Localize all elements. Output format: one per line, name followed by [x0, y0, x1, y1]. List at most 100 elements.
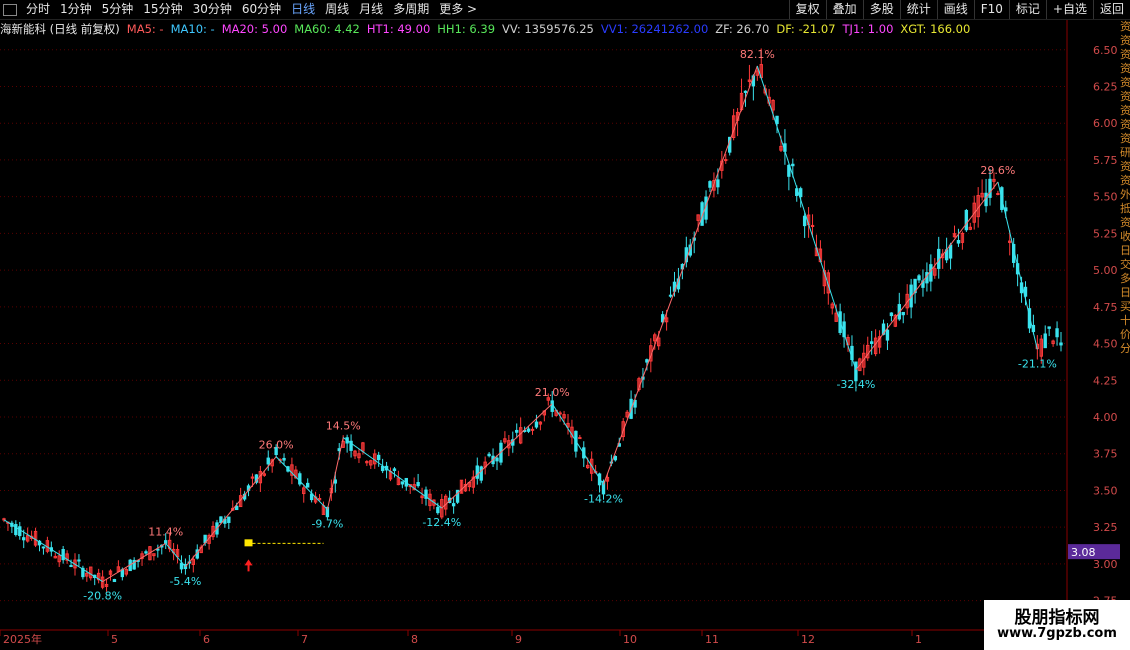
candle-body [416, 482, 420, 487]
side-label: 资 [1120, 174, 1130, 187]
zigzag-label: -5.4% [169, 575, 201, 588]
candle-body [550, 400, 554, 412]
candle-body [775, 115, 779, 125]
zigzag-segment [185, 456, 277, 568]
zigzag-label: 26.0% [259, 439, 294, 452]
candle-body [515, 429, 519, 433]
candle-body [558, 412, 562, 415]
candle-body [77, 559, 81, 562]
candle-body [988, 178, 992, 198]
x-tick-label: 5 [111, 633, 118, 646]
candle-body [743, 90, 748, 93]
candle-body [487, 453, 491, 457]
side-label: 研 [1120, 146, 1130, 159]
candle-body [392, 468, 397, 472]
side-label: 日 [1120, 244, 1130, 257]
side-label: 资 [1120, 34, 1130, 47]
candle-body [956, 239, 961, 244]
candle-body [708, 181, 712, 188]
zigzag-label: 11.4% [148, 525, 183, 538]
candle-body [889, 312, 894, 317]
candle-body [885, 329, 890, 341]
candle-body [18, 526, 22, 537]
side-label: 资 [1120, 104, 1130, 117]
side-label: 资 [1120, 20, 1130, 33]
candle-body [475, 465, 479, 479]
current-price-label: 3.08 [1071, 546, 1096, 559]
candle-body [333, 479, 337, 484]
buy-signal-box [244, 539, 253, 547]
side-strip: 资资资资资资资资资研资资外抵资收日交多日买十价分 [1120, 20, 1130, 630]
candle-body [526, 428, 531, 432]
candle-body [282, 457, 286, 461]
y-tick-label: 3.00 [1093, 558, 1118, 571]
zigzag-segment [275, 456, 328, 510]
y-tick-label: 4.25 [1093, 374, 1118, 387]
zigzag-label: 14.5% [326, 420, 361, 433]
candle-body [901, 311, 905, 316]
logo-line-2: www.7gpzb.com [997, 626, 1117, 641]
zigzag-label: -14.2% [584, 493, 623, 506]
zigzag-label: -9.7% [311, 518, 343, 531]
zigzag-label: 29.6% [980, 164, 1015, 177]
candle-body [219, 516, 223, 524]
side-label: 外 [1120, 188, 1130, 201]
candle-body [917, 275, 921, 281]
candle-body [144, 551, 148, 554]
y-tick-label: 5.50 [1093, 191, 1118, 204]
candle-body [530, 428, 535, 431]
side-label: 交 [1120, 258, 1130, 271]
y-tick-label: 5.00 [1093, 264, 1118, 277]
zigzag-label: 82.1% [740, 48, 775, 61]
candle-body [929, 264, 933, 282]
candle-body [451, 503, 456, 507]
zigzag-segment [326, 437, 344, 510]
zigzag-segment [165, 543, 186, 568]
candle-body [996, 193, 1000, 196]
zigzag-label: -32.4% [836, 378, 875, 391]
side-label: 日 [1120, 286, 1130, 299]
candle-body [400, 481, 405, 485]
candle-body [964, 209, 969, 231]
candle-body [1047, 326, 1051, 329]
side-label: 资 [1120, 160, 1130, 173]
y-tick-label: 5.25 [1093, 227, 1118, 240]
candle-body [14, 524, 18, 536]
x-tick-label: 8 [411, 633, 418, 646]
side-label: 资 [1120, 132, 1130, 145]
x-tick-label: 9 [515, 633, 522, 646]
zigzag-label: -12.4% [422, 516, 461, 529]
candle-body [227, 516, 231, 523]
candle-body [436, 506, 440, 514]
side-label: 资 [1120, 216, 1130, 229]
side-label: 分 [1120, 342, 1130, 355]
side-label: 多 [1120, 272, 1130, 285]
x-tick-label: 2025年 [3, 632, 42, 646]
side-label: 资 [1120, 90, 1130, 103]
candle-body [534, 421, 539, 428]
candle-body [948, 244, 953, 259]
candle-body [306, 482, 310, 488]
candle-body [578, 437, 582, 440]
side-label: 资 [1120, 62, 1130, 75]
x-tick-label: 7 [301, 633, 308, 646]
candle-body [495, 457, 499, 462]
candle-body [799, 188, 803, 198]
kline-chart[interactable]: 6.50 6.25 6.00 5.75 5.50 5.25 5.00 4.75 4.50 4.25… [0, 0, 1130, 650]
candle-body [724, 159, 728, 162]
zigzag-segment [855, 181, 999, 371]
candle-body [613, 455, 618, 461]
side-label: 收 [1120, 230, 1130, 243]
candle-body [22, 537, 26, 541]
candle-body [791, 163, 795, 167]
zigzag-segment [551, 403, 604, 485]
x-tick-label: 12 [801, 633, 815, 646]
x-tick-label: 11 [705, 633, 719, 646]
candle-body [380, 465, 385, 472]
zigzag-segment [102, 542, 166, 582]
y-tick-label: 4.75 [1093, 301, 1118, 314]
side-label: 价 [1120, 328, 1130, 341]
y-tick-label: 4.50 [1093, 338, 1118, 351]
zigzag-label: -21.1% [1018, 357, 1057, 370]
candle-body [164, 540, 168, 544]
